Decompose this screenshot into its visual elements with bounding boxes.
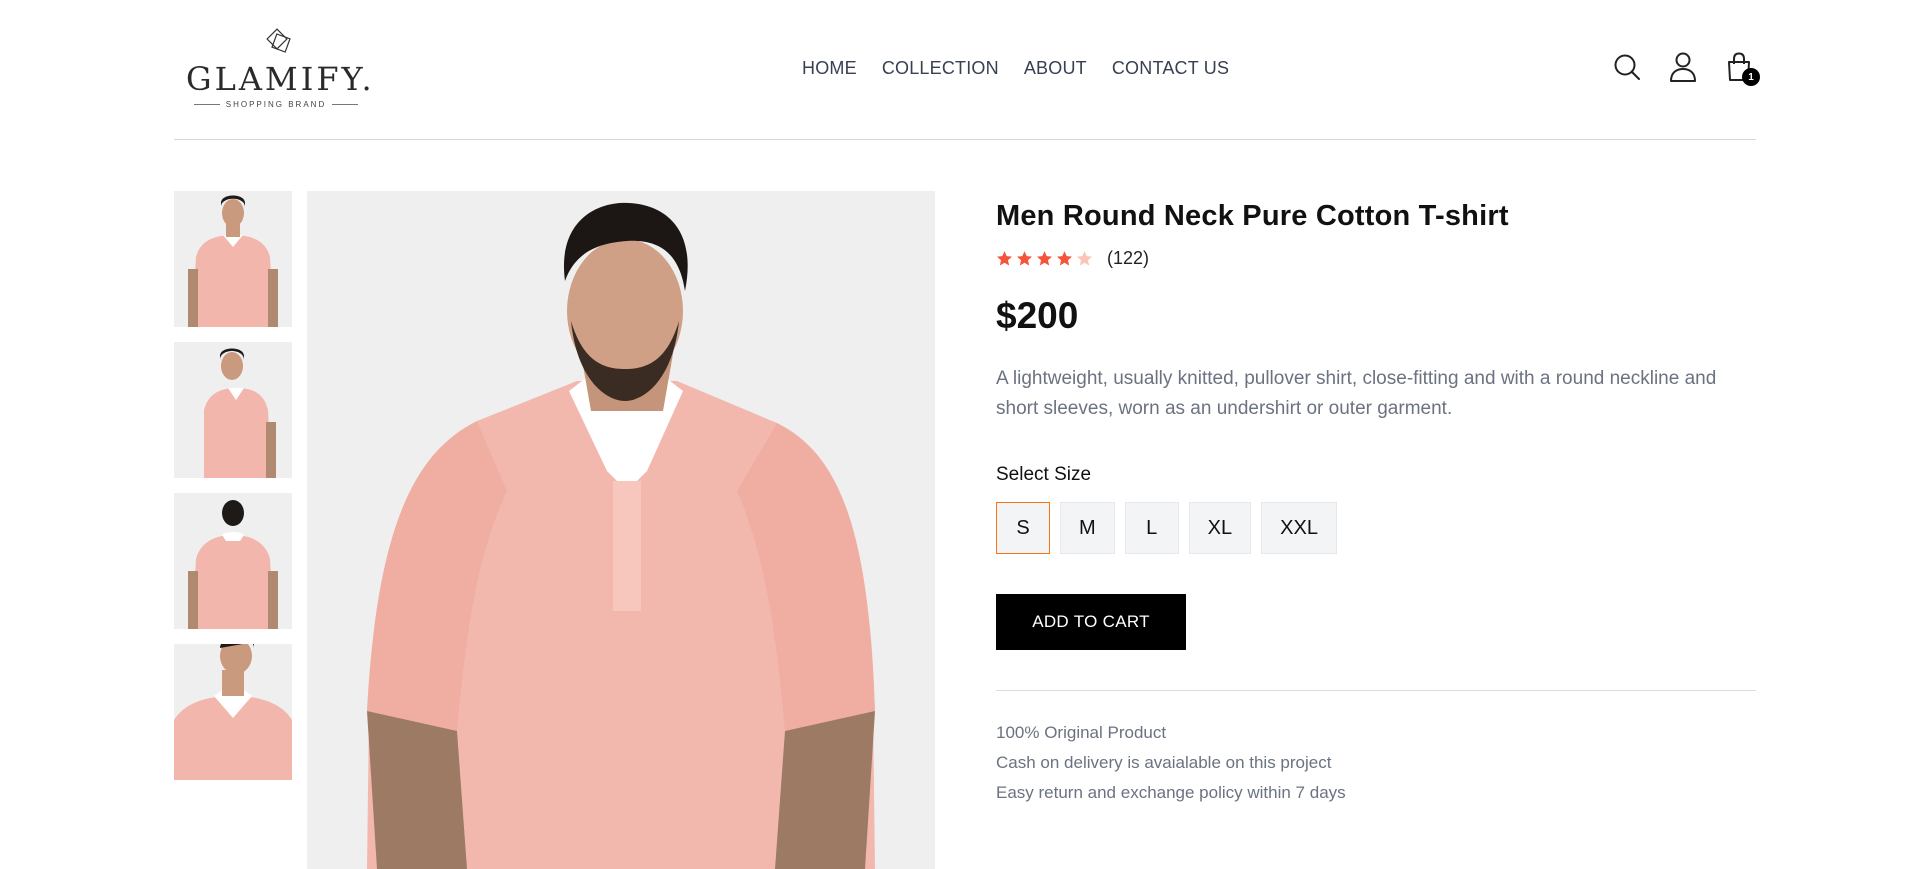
product-thumbnail[interactable]	[174, 191, 292, 327]
thumbnail-closeup-image	[174, 644, 292, 780]
brand-tagline-row: SHOPPING BRAND	[186, 100, 366, 109]
cart-button[interactable]: 1	[1724, 51, 1760, 86]
product-price: $200	[996, 295, 1079, 336]
diamond-logo-icon	[266, 28, 291, 53]
size-label: Select Size	[996, 464, 1092, 485]
brand-tagline: SHOPPING BRAND	[225, 100, 327, 109]
nav-about[interactable]: ABOUT	[1024, 58, 1087, 79]
section-divider	[996, 690, 1756, 691]
brand-name: GLAMIFY.	[186, 60, 375, 98]
cart-count-badge: 1	[1742, 68, 1760, 86]
product-title: Men Round Neck Pure Cotton T-shirt	[996, 200, 1509, 232]
star-filled-icon	[997, 251, 1012, 266]
site-header: GLAMIFY. SHOPPING BRAND HOME COLLECTION …	[174, 0, 1760, 140]
thumbnail-back-image	[174, 493, 292, 629]
product-features: 100% Original Product Cash on delivery i…	[996, 718, 1756, 808]
user-icon	[1670, 52, 1696, 82]
search-icon	[1614, 54, 1640, 80]
size-option-m[interactable]: M	[1060, 502, 1115, 554]
star-rating	[996, 250, 1093, 267]
size-option-xl[interactable]: XL	[1188, 502, 1252, 554]
star-filled-icon	[1017, 251, 1032, 266]
size-option-xxl[interactable]: XXL	[1261, 502, 1337, 554]
product-thumbnail[interactable]	[174, 342, 292, 478]
tagline-rule-right	[332, 104, 359, 105]
size-option-s[interactable]: S	[996, 502, 1050, 554]
nav-home[interactable]: HOME	[802, 58, 857, 79]
add-to-cart-button[interactable]: ADD TO CART	[996, 594, 1186, 650]
star-filled-icon	[1057, 251, 1072, 266]
nav-collection[interactable]: COLLECTION	[882, 58, 999, 79]
search-button[interactable]	[1612, 51, 1642, 83]
product-info: Men Round Neck Pure Cotton T-shirt (122)…	[996, 200, 1756, 808]
review-count[interactable]: (122)	[1107, 248, 1149, 269]
thumbnail-front-image	[174, 191, 292, 327]
feature-item: Cash on delivery is avaialable on this p…	[996, 753, 1332, 772]
feature-item: Easy return and exchange policy within 7…	[996, 783, 1346, 802]
size-option-l[interactable]: L	[1124, 502, 1179, 554]
product-thumbnail[interactable]	[174, 493, 292, 629]
product-rating: (122)	[996, 248, 1756, 269]
star-filled-icon	[1037, 251, 1052, 266]
nav-contact[interactable]: CONTACT US	[1112, 58, 1229, 79]
tagline-rule-left	[193, 104, 220, 105]
product-photo	[307, 191, 935, 869]
star-empty-icon	[1077, 251, 1092, 266]
thumbnail-list	[174, 191, 292, 795]
product-thumbnail[interactable]	[174, 644, 292, 780]
header-actions: 1	[1612, 51, 1760, 86]
main-product-image[interactable]	[307, 191, 935, 869]
brand-logo[interactable]: GLAMIFY. SHOPPING BRAND	[186, 26, 375, 114]
feature-item: 100% Original Product	[996, 723, 1167, 742]
thumbnail-side-image	[174, 342, 292, 478]
size-selector: S M L XL XXL	[996, 502, 1756, 554]
profile-button[interactable]	[1668, 51, 1698, 83]
main-nav: HOME COLLECTION ABOUT CONTACT US	[802, 58, 1229, 79]
product-description: A lightweight, usually knitted, pullover…	[996, 368, 1717, 419]
